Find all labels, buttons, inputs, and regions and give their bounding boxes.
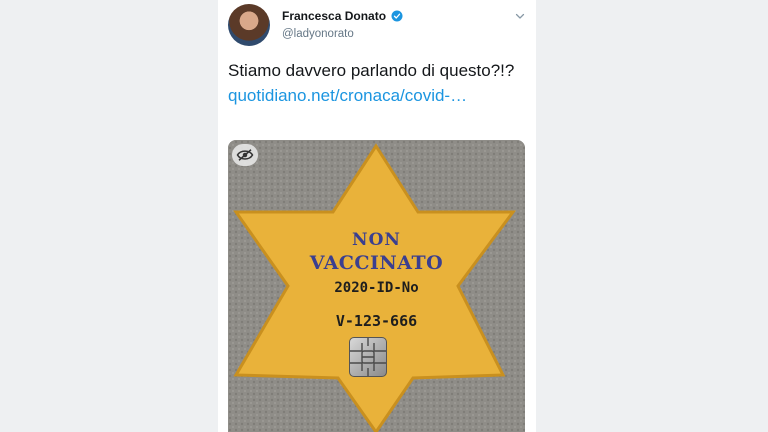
eye-slash-icon[interactable] — [232, 144, 258, 166]
tweet-text: Stiamo davvero parlando di questo?!? quo… — [228, 58, 528, 108]
tweet-link[interactable]: quotidiano.net/cronaca/covid-… — [228, 86, 467, 105]
star-line-code: V-123-666 — [335, 312, 418, 330]
display-name[interactable]: Francesca Donato — [282, 9, 386, 23]
tweet-body: Stiamo davvero parlando di questo?!? — [228, 61, 515, 80]
sim-chip-icon — [349, 337, 387, 377]
user-handle[interactable]: @ladyonorato — [282, 28, 354, 40]
verified-badge-icon — [391, 10, 403, 22]
star-line-id: 2020-ID-No — [334, 280, 419, 296]
star-line-vaccinato: VACCINATO — [309, 252, 444, 274]
tweet-card[interactable]: Francesca Donato @ladyonorato Stiamo dav… — [218, 0, 536, 432]
avatar[interactable] — [228, 4, 270, 46]
chevron-down-icon[interactable] — [514, 10, 526, 22]
star-line-non: NON — [352, 230, 401, 250]
tweet-media-image[interactable]: NON VACCINATO 2020-ID-No V-123-666 — [228, 140, 525, 432]
author-name-row: Francesca Donato — [282, 9, 403, 23]
